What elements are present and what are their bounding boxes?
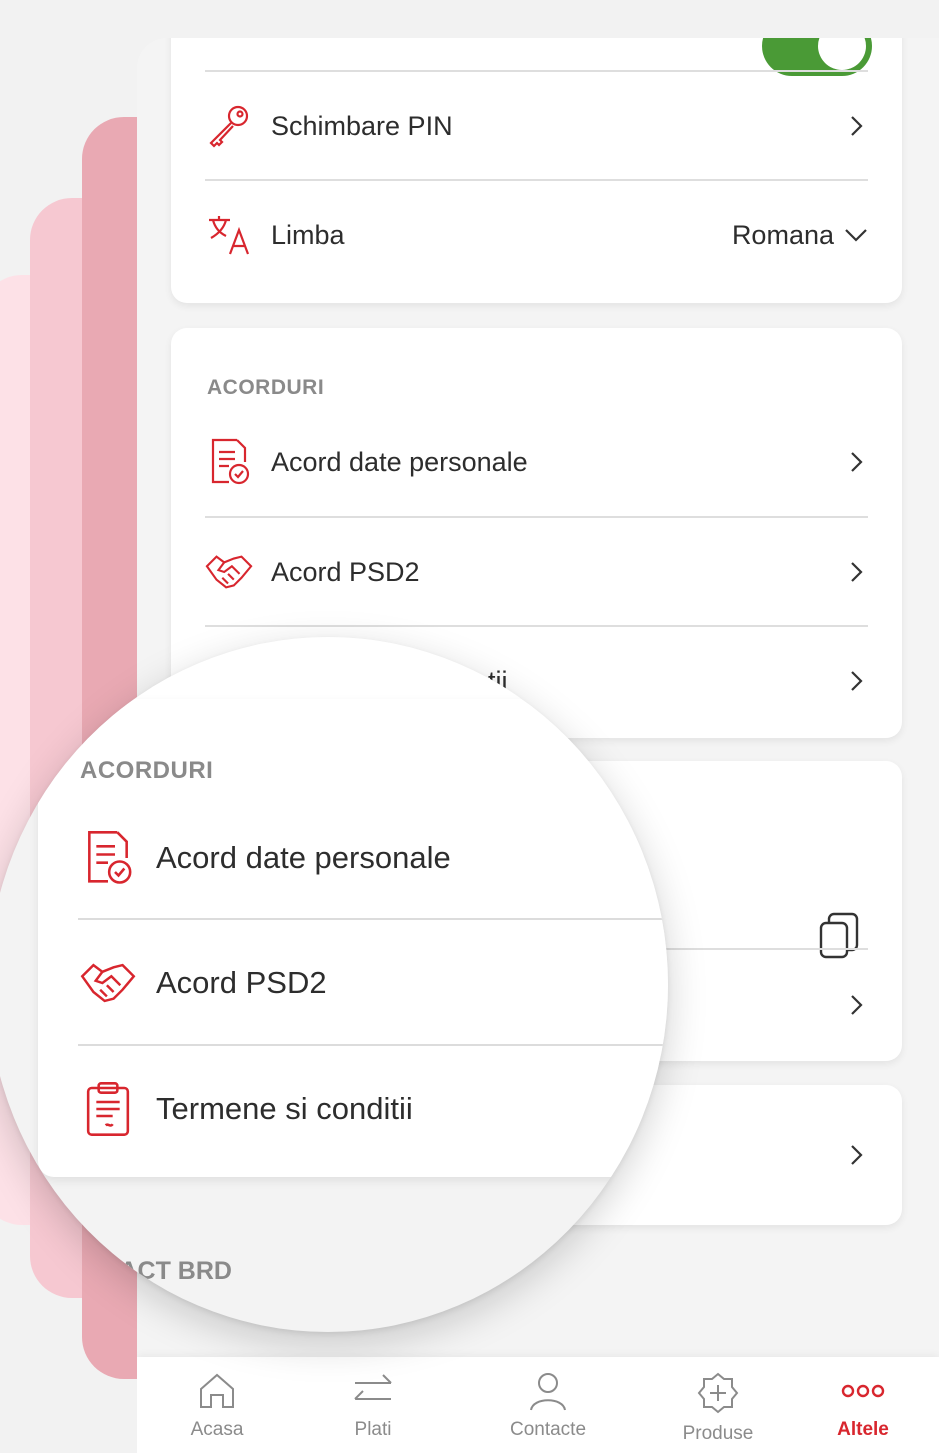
change-pin-row[interactable]: Schimbare PIN <box>205 72 868 180</box>
chevron-right-icon <box>851 116 863 136</box>
translate-icon <box>205 211 253 259</box>
tab-contacte[interactable]: Contacte <box>488 1371 608 1441</box>
language-label: Limba <box>271 219 345 250</box>
tab-produse[interactable]: Produse <box>658 1371 778 1445</box>
chevron-right-icon[interactable] <box>844 993 868 1017</box>
change-pin-label: Schimbare PIN <box>271 110 453 141</box>
agreement-row-personal-data[interactable]: Acord date personale <box>205 408 868 516</box>
products-icon <box>697 1372 739 1414</box>
language-value: Romana <box>731 219 834 250</box>
bottom-nav: Acasa Plati Contacte Produse Altele <box>137 1357 939 1453</box>
chevron-right-icon <box>851 562 863 582</box>
agreement-label: Termene si conditii <box>156 1091 413 1126</box>
handshake-icon <box>205 548 253 596</box>
more-icon <box>841 1384 885 1398</box>
magnified-row-terms[interactable]: Termene si conditii <box>80 1046 668 1172</box>
tab-label: Produse <box>682 1423 754 1444</box>
agreement-label: Acord date personale <box>271 446 528 477</box>
key-icon <box>205 102 253 150</box>
magnified-card-edge <box>38 637 668 699</box>
agreement-row-psd2[interactable]: Acord PSD2 <box>205 518 868 626</box>
handshake-icon <box>80 955 136 1011</box>
person-icon <box>530 1373 566 1411</box>
tab-label: Altele <box>837 1419 889 1440</box>
agreement-label: Acord date personale <box>156 840 451 875</box>
agreements-title: ACORDURI <box>207 376 325 399</box>
agreement-label: Acord PSD2 <box>156 965 327 1000</box>
tab-altele[interactable]: Altele <box>803 1371 923 1441</box>
magnified-row-psd2[interactable]: Acord PSD2 <box>80 920 668 1046</box>
tab-plati[interactable]: Plati <box>313 1371 433 1441</box>
chevron-right-icon[interactable] <box>844 1143 868 1167</box>
contact-section-title: NTACT BRD <box>88 1257 232 1285</box>
magnified-agreements-card: ACORDURI Acord date personale Acord PSD2 <box>38 699 668 1177</box>
magnified-row-personal-data[interactable]: Acord date personale <box>80 795 668 921</box>
magnifier-lens: ACORDURI Acord date personale Acord PSD2 <box>0 637 668 1332</box>
chevron-down-icon <box>845 229 867 242</box>
chevron-right-icon <box>851 452 863 472</box>
magnified-agreements-title: ACORDURI <box>80 757 214 784</box>
clipboard-icon <box>80 1081 136 1137</box>
agreement-label: Acord PSD2 <box>271 556 420 587</box>
tab-label: Contacte <box>509 1419 587 1440</box>
chevron-right-icon <box>851 671 863 691</box>
tab-label: Acasa <box>190 1419 244 1440</box>
transfer-icon <box>354 1374 392 1400</box>
tab-acasa[interactable]: Acasa <box>157 1371 277 1441</box>
copy-icon[interactable] <box>818 911 862 961</box>
document-check-icon <box>80 830 136 886</box>
settings-card: Schimbare PIN Limba Romana <box>171 38 902 303</box>
document-check-icon <box>205 438 253 486</box>
tab-label: Plati <box>354 1419 392 1440</box>
language-row[interactable]: Limba Romana <box>205 181 868 289</box>
home-icon <box>200 1373 234 1408</box>
